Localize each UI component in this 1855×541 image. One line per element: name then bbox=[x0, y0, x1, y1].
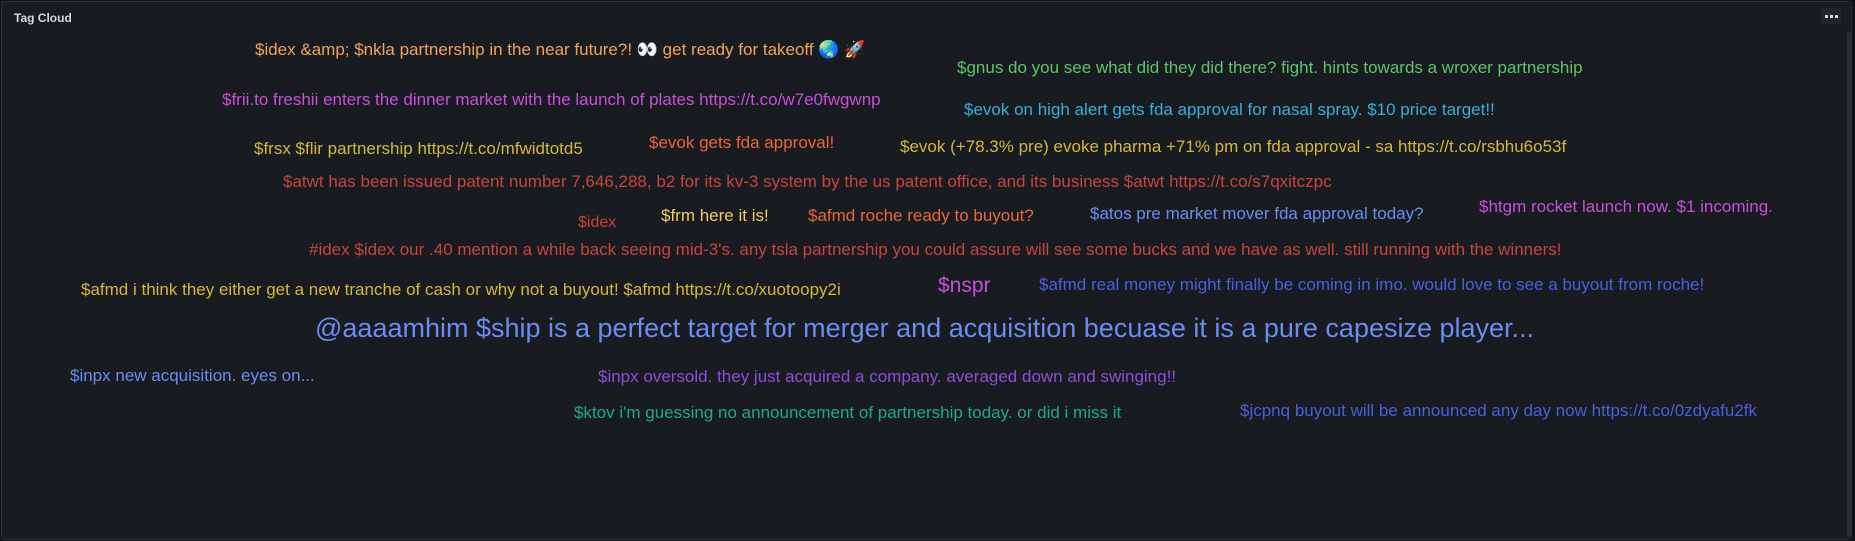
tag-item: $evok (+78.3% pre) evoke pharma +71% pm … bbox=[900, 137, 1567, 156]
tag-item: $afmd i think they either get a new tran… bbox=[81, 280, 841, 299]
tag-item: $nspr bbox=[938, 274, 991, 297]
tag-item: $ktov i'm guessing no announcement of pa… bbox=[574, 403, 1122, 422]
tag-item: $inpx new acquisition. eyes on... bbox=[70, 366, 315, 385]
tag-item: $jcpnq buyout will be announced any day … bbox=[1240, 401, 1757, 420]
tag-item: $inpx oversold. they just acquired a com… bbox=[598, 367, 1177, 386]
scrollbar[interactable] bbox=[1847, 32, 1851, 537]
panel-title: Tag Cloud bbox=[14, 11, 72, 25]
tag-item: $frii.to freshii enters the dinner marke… bbox=[222, 90, 881, 109]
tag-item: #idex $idex our .40 mention a while back… bbox=[309, 240, 1562, 259]
tag-item: $atos pre market mover fda approval toda… bbox=[1090, 204, 1424, 223]
ellipsis-icon bbox=[1824, 14, 1828, 18]
tag-cloud-panel: Tag Cloud $idex &amp; $nkla partnership … bbox=[1, 1, 1852, 540]
tag-item: $afmd roche ready to buyout? bbox=[808, 206, 1034, 225]
tag-item: $idex bbox=[578, 214, 617, 231]
tag-item: $evok on high alert gets fda approval fo… bbox=[964, 100, 1495, 119]
tag-item: $htgm rocket launch now. $1 incoming. bbox=[1479, 197, 1773, 216]
panel-menu-button[interactable] bbox=[1821, 8, 1841, 24]
tag-item: $evok gets fda approval! bbox=[649, 133, 835, 152]
tag-item: $idex &amp; $nkla partnership in the nea… bbox=[255, 40, 866, 59]
tag-item: $gnus do you see what did they did there… bbox=[957, 58, 1583, 77]
tag-item: $afmd real money might finally be coming… bbox=[1039, 275, 1705, 294]
tag-item: $atwt has been issued patent number 7,64… bbox=[283, 172, 1332, 191]
tag-item: $frsx $flir partnership https://t.co/mfw… bbox=[254, 139, 583, 158]
tag-item: $frm here it is! bbox=[661, 206, 769, 225]
tag-item: @aaaamhim $ship is a perfect target for … bbox=[315, 313, 1535, 343]
